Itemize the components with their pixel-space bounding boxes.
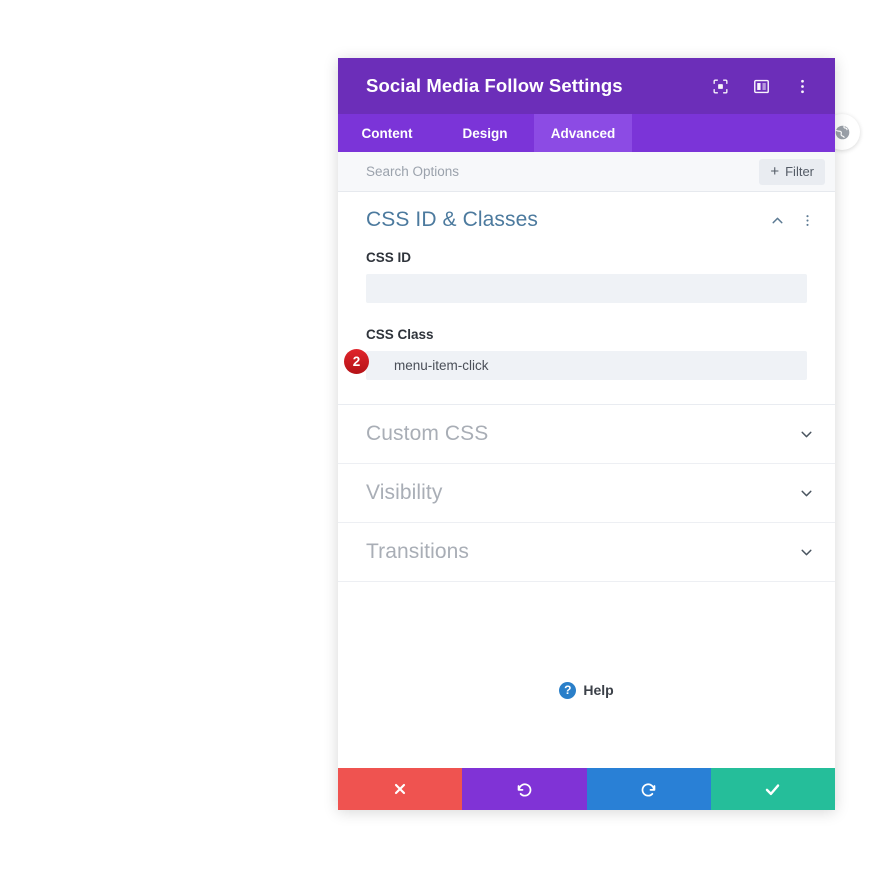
css-class-input[interactable]	[366, 351, 807, 380]
tab-advanced[interactable]: Advanced	[534, 114, 632, 152]
search-row: + Filter	[338, 152, 835, 192]
search-input[interactable]	[366, 164, 760, 179]
section-kebab-menu-icon[interactable]	[800, 212, 815, 229]
field-label-css-id: CSS ID	[366, 250, 412, 265]
chevron-down-icon[interactable]	[798, 485, 815, 502]
kebab-menu-icon[interactable]	[791, 75, 813, 97]
step-badge: 2	[344, 349, 369, 374]
help-label: Help	[583, 682, 614, 698]
section-title: Transitions	[366, 540, 470, 563]
redo-button[interactable]	[586, 768, 711, 810]
cancel-button[interactable]	[338, 768, 463, 810]
field-css-id: CSS ID	[338, 242, 835, 303]
help-link[interactable]: ? Help	[559, 612, 614, 768]
options-body: CSS ID & Classes CSS ID CSS Class 2 menu…	[338, 192, 835, 768]
section-header-icons	[769, 212, 815, 229]
globe-handle-icon	[833, 123, 852, 142]
help-area: ? Help	[338, 582, 835, 768]
css-id-input[interactable]	[366, 274, 807, 303]
focus-target-icon[interactable]	[709, 75, 731, 97]
section-custom-css[interactable]: Custom CSS	[338, 405, 835, 464]
header-actions	[709, 75, 813, 97]
chevron-down-icon[interactable]	[798, 544, 815, 561]
section-title: Custom CSS	[366, 422, 489, 445]
undo-button[interactable]	[462, 768, 587, 810]
modal-header: Social Media Follow Settings	[338, 58, 835, 114]
field-label-css-class: CSS Class	[366, 327, 434, 342]
screen-root: Social Media Follow Settings Content Des…	[0, 0, 880, 870]
close-x-icon	[392, 781, 408, 797]
save-button[interactable]	[710, 768, 835, 810]
section-header-css-id-classes[interactable]: CSS ID & Classes	[338, 192, 835, 242]
section-visibility[interactable]: Visibility	[338, 464, 835, 523]
section-title: CSS ID & Classes	[366, 208, 538, 231]
settings-modal: Social Media Follow Settings Content Des…	[338, 58, 835, 810]
question-mark-icon: ?	[559, 681, 577, 699]
chevron-up-icon[interactable]	[769, 212, 786, 229]
tab-bar: Content Design Advanced	[338, 114, 835, 152]
section-transitions[interactable]: Transitions	[338, 523, 835, 582]
chevron-down-icon[interactable]	[798, 426, 815, 443]
layout-panel-icon[interactable]	[750, 75, 772, 97]
field-css-class: CSS Class 2	[338, 319, 835, 380]
page-title: Social Media Follow Settings	[366, 75, 623, 96]
tab-content[interactable]: Content	[338, 114, 436, 152]
section-title: Visibility	[366, 481, 443, 504]
redo-arrow-icon	[639, 780, 658, 799]
section-css-id-classes: CSS ID & Classes CSS ID CSS Class 2 menu…	[338, 192, 835, 405]
plus-icon: +	[770, 163, 780, 180]
checkmark-icon	[763, 780, 782, 799]
modal-footer	[338, 768, 835, 810]
filter-button-label: Filter	[785, 164, 814, 179]
tab-design[interactable]: Design	[436, 114, 534, 152]
undo-arrow-icon	[515, 780, 534, 799]
filter-button[interactable]: + Filter	[759, 158, 825, 185]
